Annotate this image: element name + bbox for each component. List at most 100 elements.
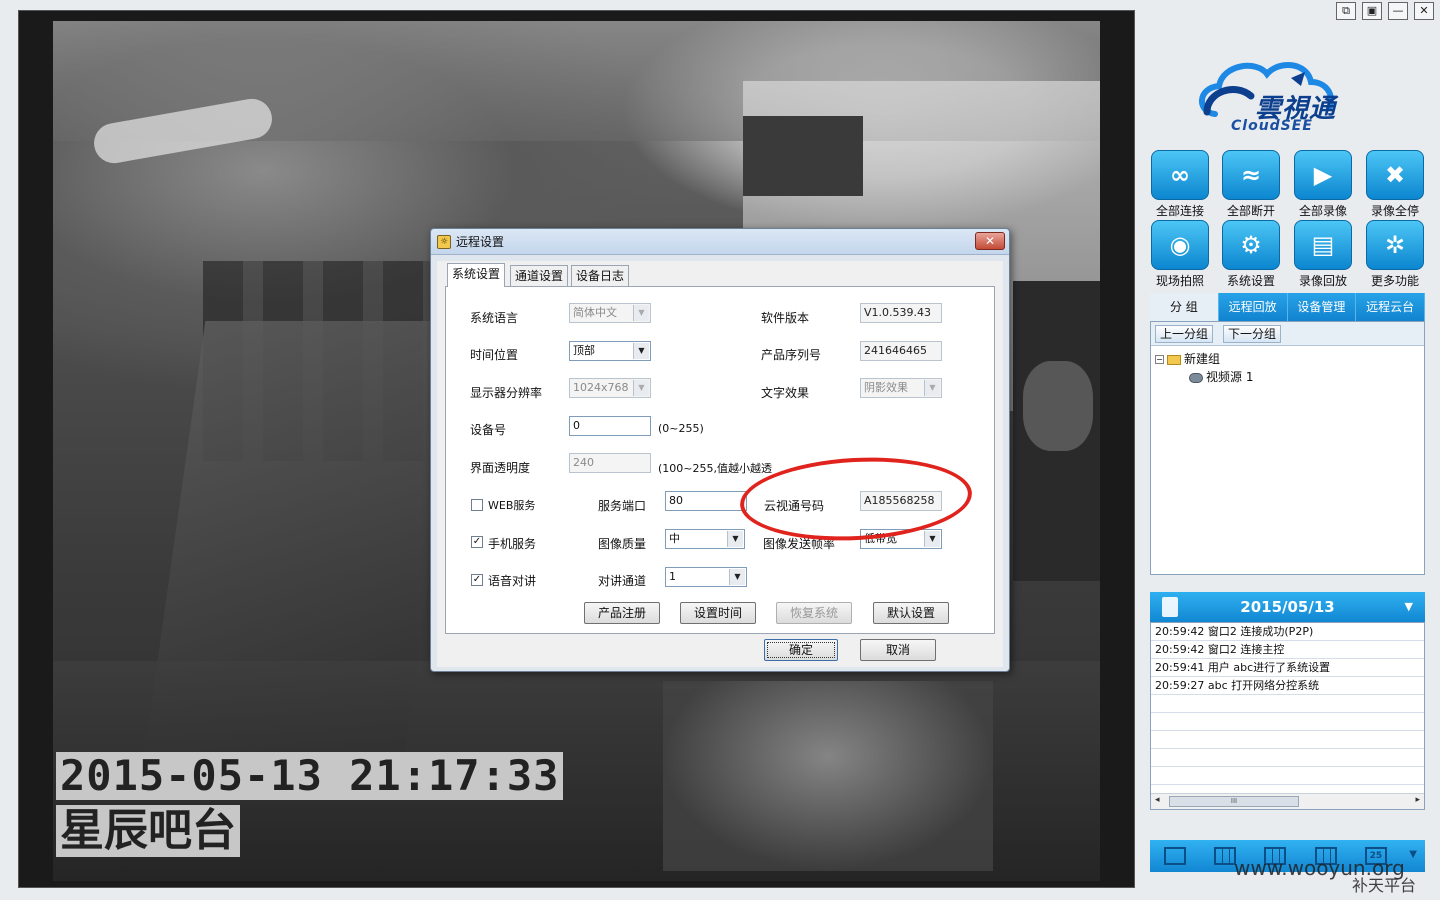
link-icon: ∞ [1151, 150, 1209, 200]
more-functions-label: 更多功能 [1370, 274, 1419, 288]
log-entry-empty [1151, 695, 1424, 713]
mobile-service-label: 手机服务 [488, 537, 537, 551]
system-settings-panel: 系统语言 简体中文 ▼ 时间位置 顶部 ▼ 显示器分辨率 1024x768 ▼ 设备号… [445, 286, 995, 634]
snapshot-button[interactable]: ◉ 现场拍照 [1150, 220, 1210, 288]
connect-all-button[interactable]: ∞ 全部连接 [1150, 150, 1210, 218]
dialog-body: 系统设置 通道设置 设备日志 系统语言 简体中文 ▼ 时间位置 顶部 ▼ 显示器分辨… [437, 261, 1003, 667]
scrollbar-thumb[interactable]: III [1169, 796, 1299, 807]
gear-glyph: ⚙ [1240, 231, 1262, 259]
frame-rate-label: 图像发送帧率 [763, 537, 836, 551]
tab-channel-settings[interactable]: 通道设置 [510, 265, 569, 287]
tree-video-source[interactable]: 视频源 1 [1189, 368, 1253, 385]
image-quality-value: 中 [669, 532, 680, 545]
folder-gear-glyph: ✲ [1384, 231, 1406, 259]
disconnect-all-button[interactable]: ≈ 全部断开 [1221, 150, 1281, 218]
resolution-label: 显示器分辨率 [470, 386, 543, 400]
tab-remote-ptz[interactable]: 远程云台 [1356, 293, 1425, 321]
voice-talk-checkbox[interactable]: ✓ [471, 574, 483, 586]
default-settings-button[interactable]: 默认设置 [873, 602, 949, 624]
log-entry: 20:59:42 窗口2 连接成功(P2P) [1151, 623, 1424, 641]
device-number-range: (0~255) [658, 422, 704, 435]
resolution-value: 1024x768 [573, 381, 629, 394]
record-all-button[interactable]: ▶ 全部录像 [1293, 150, 1353, 218]
device-number-input[interactable]: 0 [569, 416, 651, 436]
service-port-label: 服务端口 [598, 499, 647, 513]
prev-group-button[interactable]: 上一分组 [1155, 325, 1214, 343]
service-port-input[interactable]: 80 [665, 491, 747, 511]
mobile-service-checkbox[interactable]: ✓ [471, 536, 483, 548]
close-window-icon[interactable]: ✕ [1414, 2, 1434, 20]
device-number-label: 设备号 [470, 423, 507, 437]
camera-source-icon [1189, 372, 1203, 383]
chevron-down-icon[interactable]: ▼ [1405, 592, 1413, 622]
log-header[interactable]: 2015/05/13 ▼ [1150, 592, 1425, 622]
restore-system-button: 恢复系统 [776, 602, 852, 624]
register-product-button[interactable]: 产品注册 [584, 602, 660, 624]
playback-button[interactable]: ▤ 录像回放 [1293, 220, 1353, 288]
window-controls: ⧉ ▣ — ✕ [1336, 2, 1434, 20]
video-scene-posters [743, 116, 863, 196]
camera-icon: ◉ [1151, 220, 1209, 270]
frame-rate-select[interactable]: 低带宽 ▼ [860, 529, 942, 549]
chevron-down-icon[interactable]: ▼ [633, 343, 649, 359]
tab-group[interactable]: 分 组 [1150, 293, 1219, 321]
log-entry-empty [1151, 767, 1424, 785]
image-quality-select[interactable]: 中 ▼ [665, 529, 745, 549]
connect-all-label: 全部连接 [1155, 204, 1204, 218]
chevron-down-icon[interactable]: ▼ [924, 531, 940, 547]
time-position-select[interactable]: 顶部 ▼ [569, 341, 651, 361]
fullscreen-icon[interactable]: ▣ [1362, 2, 1382, 20]
playback-label: 录像回放 [1298, 274, 1347, 288]
collapse-icon[interactable]: − [1155, 355, 1164, 364]
layout-1-icon[interactable] [1164, 847, 1187, 865]
horizontal-scrollbar[interactable]: ◂ III ▸ [1151, 793, 1424, 809]
tree-group-node[interactable]: − 新建组 [1155, 350, 1220, 367]
talk-channel-select[interactable]: 1 ▼ [665, 567, 747, 587]
scroll-right-icon[interactable]: ▸ [1415, 795, 1420, 805]
ok-button[interactable]: 确定 [764, 639, 838, 661]
chevron-down-icon: ▼ [924, 380, 940, 396]
scroll-left-icon[interactable]: ◂ [1155, 795, 1160, 805]
time-position-value: 顶部 [573, 344, 595, 357]
next-group-button[interactable]: 下一分组 [1223, 325, 1282, 343]
text-effect-label: 文字效果 [761, 386, 810, 400]
stop-all-recording-button[interactable]: ✖ 录像全停 [1365, 150, 1425, 218]
tab-system-settings[interactable]: 系统设置 [447, 263, 506, 287]
clapboard-icon: ▤ [1294, 220, 1352, 270]
more-functions-button[interactable]: ✲ 更多功能 [1365, 220, 1425, 288]
language-value: 简体中文 [573, 306, 617, 319]
unlink-icon: ≈ [1222, 150, 1280, 200]
frame-rate-value: 低带宽 [864, 532, 897, 545]
tab-device-log[interactable]: 设备日志 [571, 265, 630, 287]
popout-icon[interactable]: ⧉ [1336, 2, 1356, 20]
chevron-down-icon[interactable]: ▼ [727, 531, 743, 547]
time-position-label: 时间位置 [470, 348, 519, 362]
scrollbar-grip: III [1230, 797, 1238, 805]
resolution-select: 1024x768 ▼ [569, 378, 651, 398]
stop-all-recording-label: 录像全停 [1370, 204, 1419, 218]
set-time-button[interactable]: 设置时间 [680, 602, 756, 624]
web-service-checkbox[interactable] [471, 499, 483, 511]
snapshot-label: 现场拍照 [1155, 274, 1204, 288]
watermark-platform: 补天平台 [1352, 876, 1417, 895]
close-icon[interactable]: ✕ [975, 232, 1005, 250]
minimize-icon[interactable]: — [1388, 2, 1408, 20]
image-quality-label: 图像质量 [598, 537, 647, 551]
system-settings-button[interactable]: ⚙ 系统设置 [1221, 220, 1281, 288]
log-entry: 20:59:27 abc 打开网络分控系统 [1151, 677, 1424, 695]
text-effect-select: 阴影效果 ▼ [860, 378, 942, 398]
log-panel: 20:59:42 窗口2 连接成功(P2P) 20:59:42 窗口2 连接主控… [1150, 622, 1425, 810]
language-select: 简体中文 ▼ [569, 303, 651, 323]
voice-talk-label: 语音对讲 [488, 574, 537, 588]
chevron-down-icon[interactable]: ▼ [729, 569, 745, 585]
tree-group-label: 新建组 [1184, 352, 1221, 366]
group-toolbar: 上一分组 下一分组 [1151, 322, 1424, 346]
layout-4-icon[interactable] [1214, 847, 1237, 865]
chevron-down-icon[interactable]: ▼ [1409, 849, 1417, 860]
cancel-button[interactable]: 取消 [860, 639, 936, 661]
tab-device-management[interactable]: 设备管理 [1288, 293, 1357, 321]
web-service-label: WEB服务 [488, 499, 536, 512]
tab-remote-playback[interactable]: 远程回放 [1219, 293, 1288, 321]
talk-channel-value: 1 [669, 570, 676, 583]
dialog-titlebar[interactable]: ☼ 远程设置 ✕ [431, 229, 1009, 255]
